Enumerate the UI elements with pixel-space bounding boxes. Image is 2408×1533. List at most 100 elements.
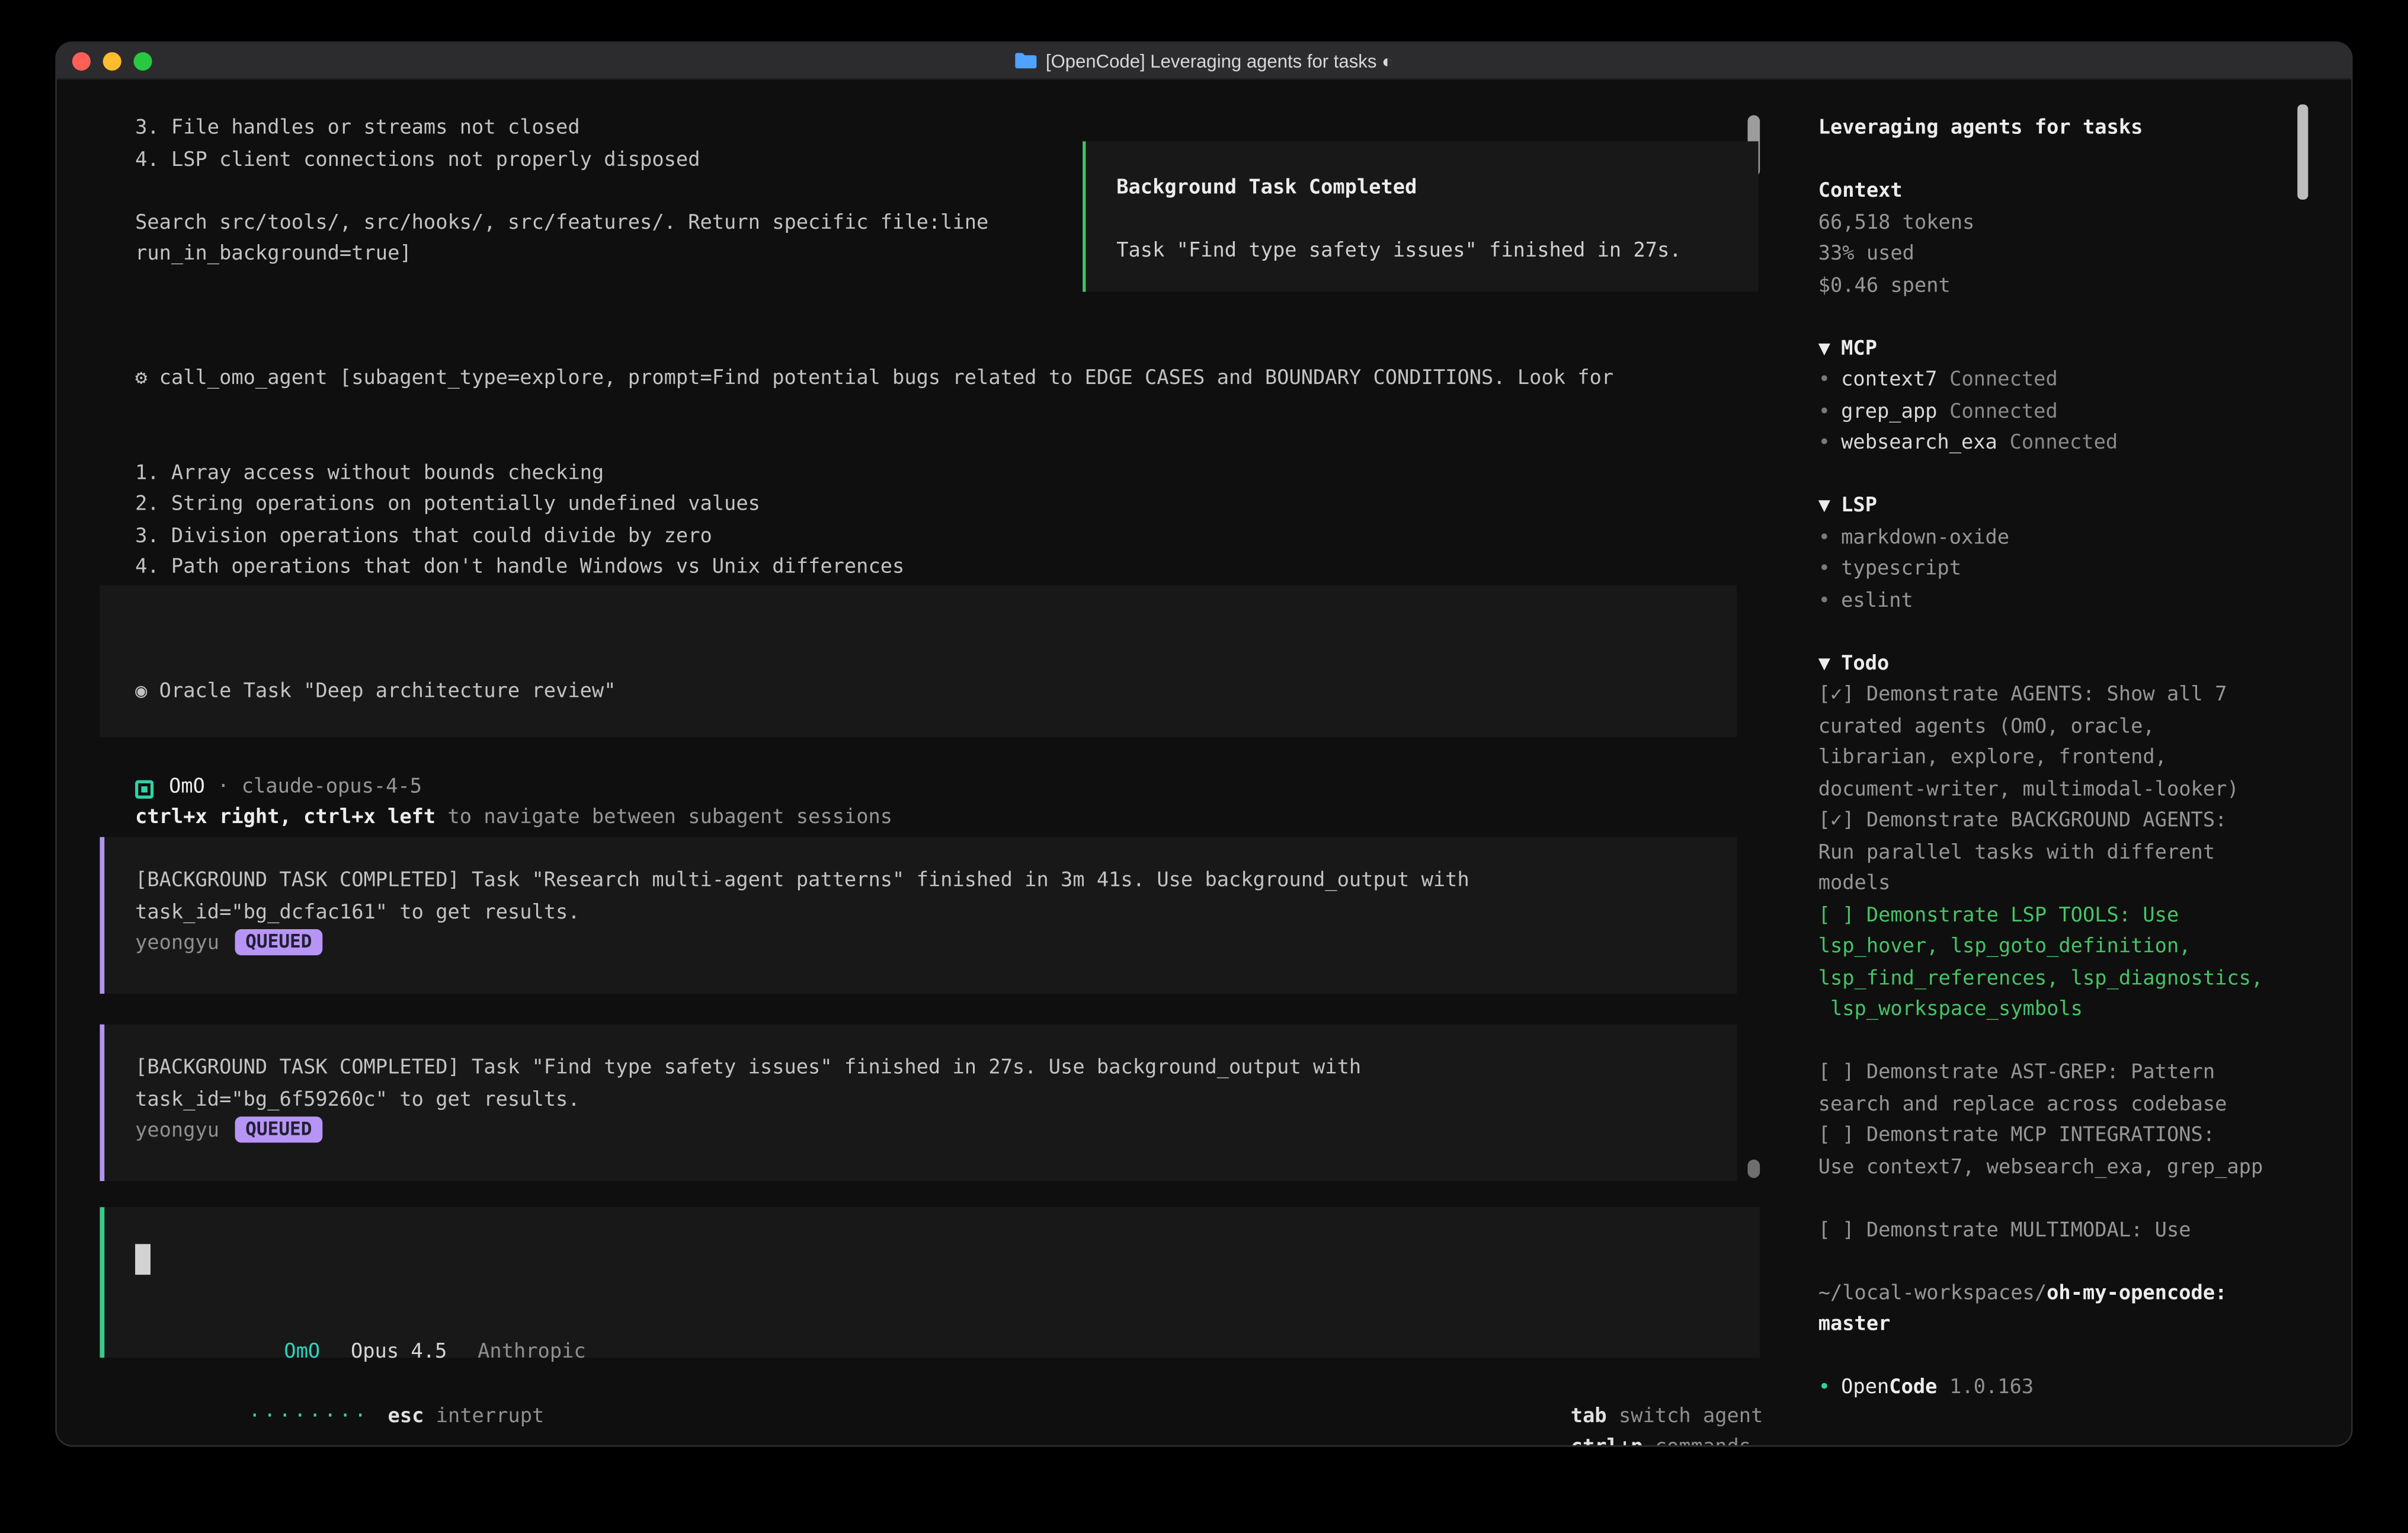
subagent-navigation-hint: ctrl+x right, ctrl+x left to navigate be… [135,804,1737,835]
lsp-server-name: markdown-oxide [1841,526,2009,549]
mcp-server-status: Connected [1949,369,2058,392]
bullet-icon: • [1818,589,1830,612]
input-agent-name: OmO [284,1340,320,1363]
tool-call-text: call_omo_agent [subagent_type=explore, p… [147,367,1613,390]
session-sidebar[interactable]: Leveraging agents for tasks Context 66,5… [1794,80,2351,1445]
tool-call-first-line: ⚙ call_omo_agent [subagent_type=explore,… [135,364,1613,395]
agent-session-header: OmO · claude-opus-4-5 [135,773,422,805]
agent-model: claude-opus-4-5 [242,773,422,804]
message-text: [BACKGROUND TASK COMPLETED] Task "Find t… [135,1054,1737,1116]
window-title-text: [OpenCode] Leveraging agents for tasks ◐ [1046,50,1393,71]
opencode-window: [OpenCode] Leveraging agents for tasks ◐… [57,43,2351,1445]
chevron-down-icon: ▼ [1818,495,1830,518]
bullet-icon: • [1818,558,1830,581]
lsp-item: •eslint [1818,586,2328,617]
ctrlp-key-label: commands [1643,1436,1751,1445]
input-provider-name: Anthropic [478,1340,586,1363]
message-card-type-safety: [BACKGROUND TASK COMPLETED] Task "Find t… [100,1025,1737,1180]
background-task-notification: Background Task Completed Task "Find typ… [1083,141,1758,292]
window-title: [OpenCode] Leveraging agents for tasks ◐ [57,43,2351,79]
window-titlebar[interactable]: [OpenCode] Leveraging agents for tasks ◐ [57,43,2351,80]
mcp-server-name: grep_app [1841,400,1937,423]
message-author: yeongyu [135,932,219,955]
desktop: [OpenCode] Leveraging agents for tasks ◐… [0,0,2408,1533]
transcript-text-block: 3. File handles or streams not closed 4.… [135,114,988,271]
mcp-heading[interactable]: ▼MCP [1818,334,2328,366]
mcp-item: •grep_appConnected [1818,397,2328,428]
status-bar: ········esc interrupt tab switch agent c… [104,1370,1763,1445]
lsp-item: • typescript [1818,555,2328,586]
todo-item-done: [✓] Demonstrate AGENTS: Show all 7 curat… [1818,680,2328,806]
lsp-heading-label: LSP [1841,495,1877,518]
lsp-section: ▼ LSP • markdown-oxide • typescript •eslint [1818,491,2328,617]
notification-body: Task "Find type safety issues" finished … [1116,236,1758,268]
context-spent: $0.46 spent [1818,271,2328,302]
status-left: ········esc interrupt [104,1370,544,1445]
gear-icon: ⚙ [135,367,147,390]
spinner-dots-icon: ········ [249,1404,370,1428]
lsp-server-name: typescript [1841,558,1961,581]
todo-item-pending: [ ] Demonstrate AST-GREP: Pattern search… [1818,1058,2328,1121]
todo-item-done: [✓] Demonstrate BACKGROUND AGENTS: Run p… [1818,806,2328,901]
transcript-pane[interactable]: 3. File handles or streams not closed 4.… [57,80,1794,1445]
git-branch: master [1818,1310,2328,1342]
message-text: [BACKGROUND TASK COMPLETED] Task "Resear… [135,866,1737,929]
workspace-path: ~/local-workspaces/oh-my-opencode: [1818,1279,2328,1310]
text-cursor [135,1244,150,1275]
todo-item-pending: [ ] Demonstrate MCP INTEGRATIONS: Use co… [1818,1121,2328,1184]
bullet-icon: • [1818,431,1830,455]
sidebar-content: Leveraging agents for tasks Context 66,5… [1794,80,2328,1404]
mcp-heading-label: MCP [1841,337,1877,360]
context-tokens: 66,518 tokens [1818,208,2328,239]
hint-keys: ctrl+x right, ctrl+x left [135,806,436,830]
todo-heading-label: Todo [1841,652,1889,675]
bullet-icon: • [1818,369,1830,392]
transcript-scrollbar-thumb-secondary[interactable] [1747,1160,1760,1178]
oracle-task-title-line: ◉ Oracle Task "Deep architecture review" [135,677,1737,709]
lsp-item: • markdown-oxide [1818,523,2328,555]
tab-key-hint: tab [1571,1404,1607,1428]
workspace-repo-name: oh-my-opencode: [2047,1282,2227,1305]
sidebar-scrollbar-thumb[interactable] [2297,104,2308,200]
mcp-server-name: websearch_exa [1841,431,1997,455]
ctrlp-key-hint: ctrl+p [1571,1436,1643,1445]
todo-item-pending: [ ] Demonstrate MULTIMODAL: Use [1818,1215,2328,1247]
bullet-icon: • [1818,526,1830,549]
mcp-item: • context7 Connected [1818,366,2328,397]
mcp-item: • websearch_exa Connected [1818,428,2328,460]
app-version: 1.0.163 [1949,1376,2034,1399]
prompt-input[interactable]: OmOOpus 4.5Anthropic [100,1207,1760,1358]
bullet-icon: • [1818,1376,1830,1399]
mcp-server-name: context7 [1841,369,1937,392]
esc-key-hint: esc [388,1404,424,1428]
chevron-down-icon: ▼ [1818,652,1830,675]
mcp-server-status: Connected [2010,431,2118,455]
agent-square-icon [135,779,153,798]
status-badge: QUEUED [235,1116,323,1142]
message-meta: yeongyu QUEUED [135,929,1737,961]
tab-hint: tab switch agent [1571,1404,1763,1428]
mcp-server-status: Connected [1949,400,2058,423]
lsp-heading[interactable]: ▼ LSP [1818,491,2328,523]
todo-heading[interactable]: ▼ Todo [1818,649,2328,680]
context-section: Context 66,518 tokens 33% used $0.46 spe… [1818,177,2328,303]
folder-icon [1015,52,1036,69]
todo-item-active: [ ] Demonstrate LSP TOOLS: Use lsp_hover… [1818,901,2328,1027]
window-content: 3. File handles or streams not closed 4.… [57,80,2351,1445]
notification-title: Background Task Completed [1116,174,1758,205]
oracle-task-title: Oracle Task "Deep architecture review" [147,680,616,703]
status-badge: QUEUED [235,929,323,955]
app-name-bold: Code [1889,1376,1937,1399]
context-heading: Context [1818,177,2328,208]
app-name: Open [1841,1376,1889,1399]
agent-name: OmO [169,773,205,804]
input-model-name: Opus 4.5 [351,1340,447,1363]
separator-dot: · [217,773,229,804]
message-card-research-patterns: [BACKGROUND TASK COMPLETED] Task "Resear… [100,837,1737,993]
message-meta: yeongyuQUEUED [135,1116,1737,1148]
todo-section: ▼ Todo [✓] Demonstrate AGENTS: Show all 7… [1818,649,2328,1247]
oracle-task-panel: ◉ Oracle Task "Deep architecture review"… [100,585,1737,737]
status-right: tab switch agent ctrl+p commands [1399,1370,1763,1445]
mcp-section: ▼MCP • context7 Connected • grep_app Connect… [1818,334,2328,460]
app-version-footer: • OpenCode 1.0.163 [1818,1373,2328,1404]
